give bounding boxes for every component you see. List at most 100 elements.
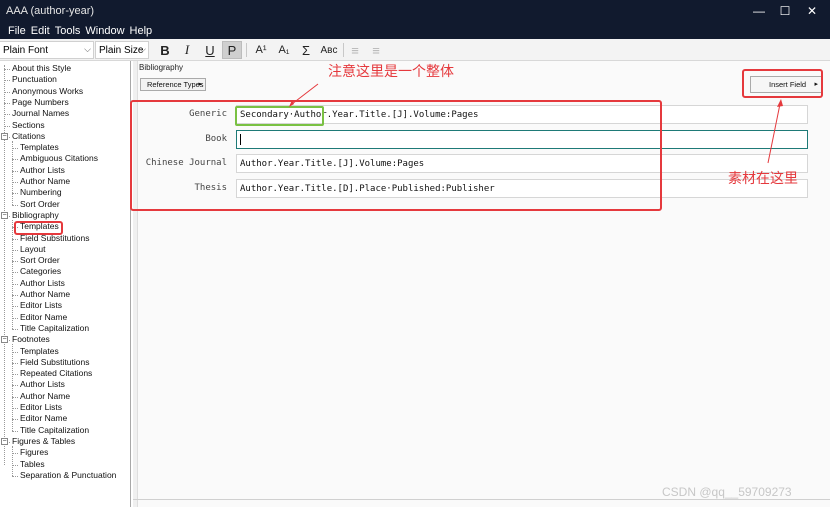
- tree-templates-highlight: [14, 221, 63, 235]
- tree-item-author-lists[interactable]: Author Lists: [20, 165, 65, 175]
- chevron-down-icon: ⌵: [139, 44, 146, 54]
- tree-item-author-lists[interactable]: Author Lists: [20, 379, 65, 389]
- toolbar-divider: [343, 43, 344, 57]
- tree-connector: [12, 351, 18, 353]
- tree-item-footnotes[interactable]: Footnotes: [12, 334, 50, 344]
- plain-button[interactable]: P: [222, 41, 242, 59]
- tree-item-author-name[interactable]: Author Name: [20, 391, 70, 401]
- tree-item-author-lists[interactable]: Author Lists: [20, 278, 65, 288]
- reference-types-label: Reference Types: [147, 80, 204, 89]
- menu-help[interactable]: Help: [130, 25, 153, 37]
- superscript-button[interactable]: A¹: [251, 41, 271, 59]
- smallcaps-button[interactable]: Aʙᴄ: [317, 41, 341, 59]
- tree-item-sections[interactable]: Sections: [12, 120, 45, 130]
- align-justify-button[interactable]: ≡: [366, 41, 386, 59]
- size-select[interactable]: Plain Size ⌵: [95, 41, 149, 59]
- tree-connector: [12, 464, 18, 466]
- tree-item-title-capitalization[interactable]: Title Capitalization: [20, 323, 89, 333]
- tree-connector: [12, 408, 18, 409]
- collapse-icon[interactable]: −: [1, 336, 8, 344]
- chevron-down-icon: ⌵: [84, 44, 91, 54]
- menu-tools[interactable]: Tools: [55, 25, 81, 37]
- tree-connector: [12, 193, 18, 195]
- tree-connector: [4, 69, 10, 70]
- menu-bar: File Edit Tools Window Help: [0, 22, 830, 39]
- menu-window[interactable]: Window: [85, 25, 124, 37]
- collapse-icon[interactable]: −: [1, 132, 8, 140]
- bold-button[interactable]: B: [155, 41, 175, 59]
- font-select[interactable]: Plain Font ⌵: [0, 41, 94, 59]
- tree-item-figures[interactable]: Figures: [20, 447, 48, 457]
- tree-item-editor-name[interactable]: Editor Name: [20, 413, 67, 423]
- collapse-icon[interactable]: −: [1, 437, 8, 445]
- tree-item-templates[interactable]: Templates: [20, 142, 59, 152]
- format-toolbar: Plain Font ⌵ Plain Size ⌵ B I U P A¹ A₁ …: [0, 39, 830, 61]
- tree-item-author-name[interactable]: Author Name: [20, 289, 70, 299]
- tree-item-repeated-citations[interactable]: Repeated Citations: [20, 368, 92, 378]
- underline-button[interactable]: U: [200, 41, 220, 59]
- menu-file[interactable]: File: [8, 25, 26, 37]
- tree-connector: [12, 453, 18, 455]
- tree-connector: [12, 272, 18, 274]
- collapse-icon[interactable]: −: [1, 211, 8, 219]
- secondary-author-highlight: [235, 106, 324, 126]
- tree-connector: [12, 306, 18, 308]
- tree-item-ambiguous-citations[interactable]: Ambiguous Citations: [20, 153, 98, 163]
- tree-connector: [12, 170, 18, 172]
- tree-connector: [12, 374, 18, 376]
- menu-edit[interactable]: Edit: [31, 25, 50, 37]
- tree-item-tables[interactable]: Tables: [20, 459, 45, 469]
- italic-button[interactable]: I: [177, 41, 197, 59]
- tree-item-layout[interactable]: Layout: [20, 244, 46, 254]
- tree-item-editor-lists[interactable]: Editor Lists: [20, 300, 62, 310]
- tree-item-page-numbers[interactable]: Page Numbers: [12, 97, 69, 107]
- title-bar: AAA (author-year) — ☐ ✕: [0, 0, 830, 22]
- tree-connector: [4, 125, 10, 127]
- tree-connector: [12, 283, 18, 285]
- tree-item-editor-name[interactable]: Editor Name: [20, 312, 67, 322]
- tree-item-sort-order[interactable]: Sort Order: [20, 255, 60, 265]
- tree-item-field-substitutions[interactable]: Field Substitutions: [20, 357, 89, 367]
- annotation-side-note: 素材在这里: [728, 171, 798, 187]
- tree-connector: [12, 419, 18, 421]
- reference-types-button[interactable]: Reference Types ▸: [140, 78, 206, 91]
- watermark: CSDN @qq__59709273: [662, 485, 792, 499]
- tree-item-categories[interactable]: Categories: [20, 266, 61, 276]
- tree-connector: [12, 396, 18, 398]
- tree-item-figures-tables[interactable]: Figures & Tables: [12, 436, 75, 446]
- tree-guide: [12, 445, 13, 476]
- font-select-value: Plain Font: [3, 45, 49, 56]
- tree-item-author-name[interactable]: Author Name: [20, 176, 70, 186]
- close-button[interactable]: ✕: [795, 0, 829, 22]
- annotation-top-note: 注意这里是一个整体: [328, 64, 454, 80]
- tree-connector: [12, 317, 18, 319]
- symbol-button[interactable]: Σ: [296, 41, 316, 59]
- tree-guide: [12, 140, 13, 205]
- arrow-right-icon: ▸: [198, 81, 202, 88]
- tree-item-editor-lists[interactable]: Editor Lists: [20, 402, 62, 412]
- tree-connector: [4, 91, 10, 93]
- tree-guide: [12, 219, 13, 329]
- section-label: Bibliography: [139, 63, 184, 72]
- tree-item-bibliography[interactable]: Bibliography: [12, 210, 59, 220]
- tree-connector: [12, 261, 18, 263]
- subscript-button[interactable]: A₁: [274, 41, 294, 59]
- tree-connector: [12, 148, 18, 150]
- tree-item-title-capitalization[interactable]: Title Capitalization: [20, 425, 89, 435]
- toolbar-divider: [246, 43, 247, 57]
- tree-item-punctuation[interactable]: Punctuation: [12, 74, 57, 84]
- tree-item-numbering[interactable]: Numbering: [20, 187, 62, 197]
- panel-bottom-line: [133, 499, 830, 500]
- tree-item-templates[interactable]: Templates: [20, 346, 59, 356]
- align-left-button[interactable]: ≡: [345, 41, 365, 59]
- tree-connector: [12, 249, 18, 251]
- tree-connector: [12, 204, 18, 206]
- tree-connector: [4, 114, 10, 116]
- tree-item-anonymous-works[interactable]: Anonymous Works: [12, 86, 83, 96]
- tree-item-about-this-style[interactable]: About this Style: [12, 63, 71, 73]
- tree-item-separation-punctuation[interactable]: Separation & Punctuation: [20, 470, 116, 480]
- tree-item-citations[interactable]: Citations: [12, 131, 45, 141]
- tree-item-journal-names[interactable]: Journal Names: [12, 108, 69, 118]
- tree-item-sort-order[interactable]: Sort Order: [20, 199, 60, 209]
- tree-connector: [12, 362, 18, 364]
